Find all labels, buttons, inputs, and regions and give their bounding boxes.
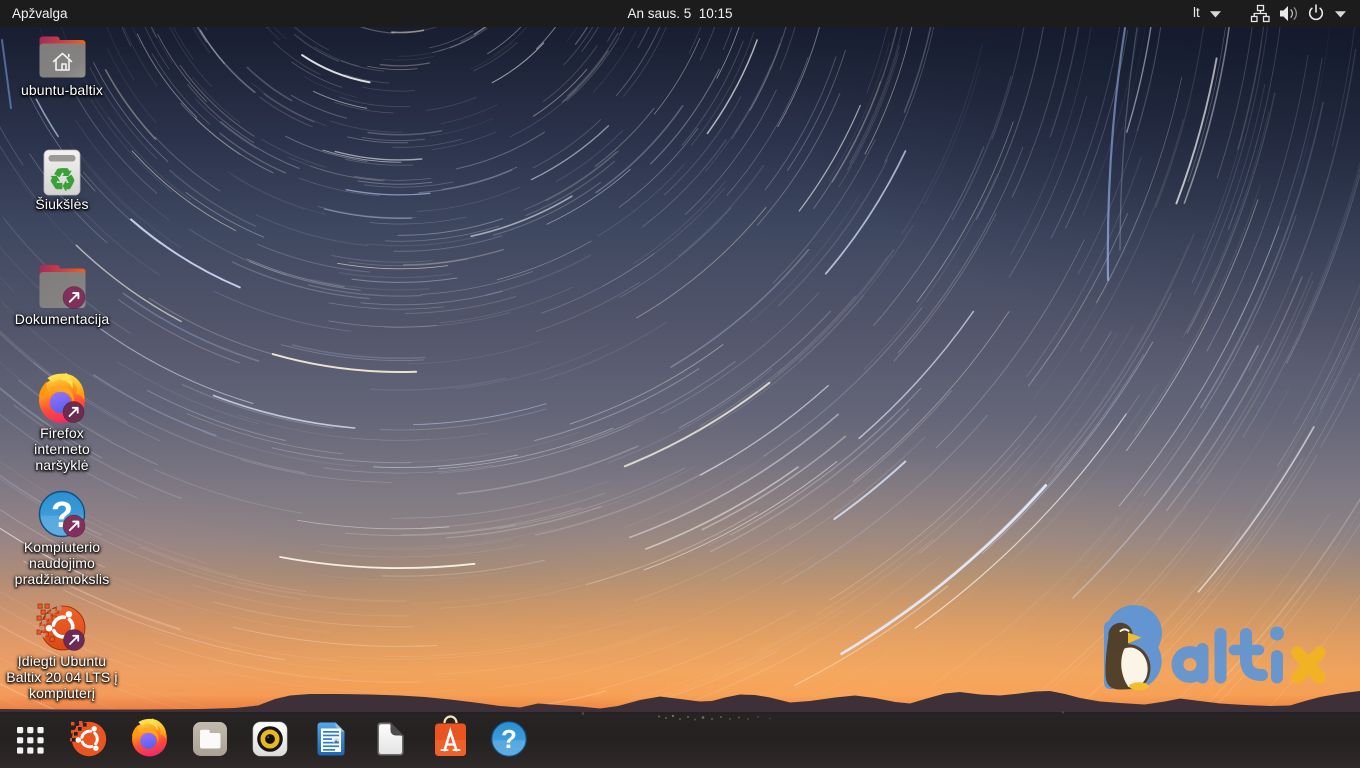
svg-text:♻: ♻ bbox=[49, 163, 77, 198]
svg-text:?: ? bbox=[501, 724, 517, 754]
